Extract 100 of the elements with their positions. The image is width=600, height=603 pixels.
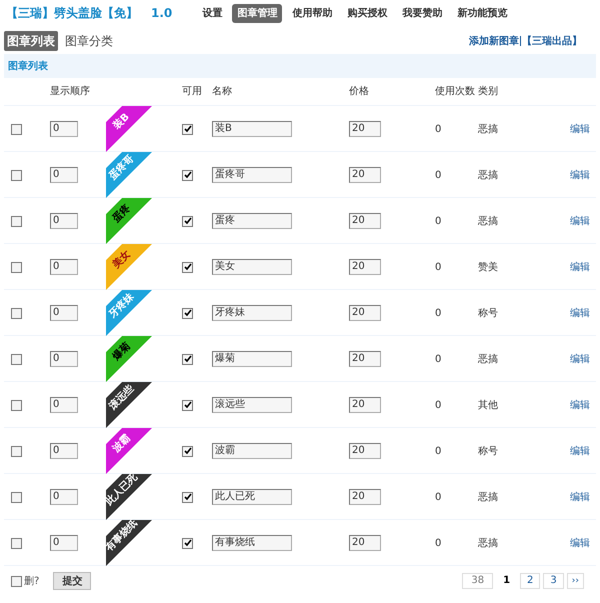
- stamp-label: 滚远些: [107, 383, 136, 412]
- price-field[interactable]: 20: [349, 121, 381, 137]
- name-field[interactable]: 有事烧纸: [212, 535, 292, 551]
- edit-link[interactable]: 编辑: [570, 536, 590, 550]
- nav-tab[interactable]: 新功能预览: [452, 4, 512, 22]
- order-field[interactable]: 0: [50, 305, 78, 321]
- enabled-checkbox[interactable]: [182, 446, 193, 456]
- usage-count: 0: [435, 352, 442, 366]
- price-field[interactable]: 20: [349, 305, 381, 321]
- row-checkbox[interactable]: [11, 124, 22, 134]
- price-field[interactable]: 20: [349, 443, 381, 459]
- row-checkbox[interactable]: [11, 538, 22, 548]
- page-link[interactable]: 1: [496, 573, 518, 589]
- enabled-checkbox[interactable]: [182, 262, 193, 272]
- delete-checkbox[interactable]: [11, 576, 22, 586]
- enabled-checkbox[interactable]: [182, 538, 193, 548]
- name-field[interactable]: 滚远些: [212, 397, 292, 413]
- edit-link[interactable]: 编辑: [570, 352, 590, 366]
- enabled-checkbox[interactable]: [182, 170, 193, 180]
- category-text: 称号: [478, 444, 499, 458]
- name-field[interactable]: 美女: [212, 259, 292, 275]
- edit-link[interactable]: 编辑: [570, 490, 590, 504]
- edit-link[interactable]: 编辑: [570, 398, 590, 412]
- usage-count: 0: [435, 306, 442, 320]
- enabled-checkbox[interactable]: [182, 492, 193, 502]
- row-checkbox[interactable]: [11, 262, 22, 272]
- enabled-checkbox[interactable]: [182, 124, 193, 134]
- usage-count: 0: [435, 214, 442, 228]
- order-field[interactable]: 0: [50, 121, 78, 137]
- name-field[interactable]: 装B: [212, 121, 292, 137]
- nav-tab[interactable]: 设置: [197, 4, 228, 22]
- order-field[interactable]: 0: [50, 259, 78, 275]
- page-link[interactable]: 2: [520, 573, 540, 589]
- nav-tab[interactable]: 使用帮助: [287, 4, 338, 22]
- name-field[interactable]: 此人已死: [212, 489, 292, 505]
- price-field[interactable]: 20: [349, 535, 381, 551]
- checkmark-icon: [184, 263, 192, 271]
- checkmark-icon: [184, 539, 192, 547]
- page-link[interactable]: 3: [543, 573, 564, 589]
- category-text: 恶搞: [478, 490, 499, 504]
- stamp-label: 牙疼妹: [107, 291, 136, 320]
- row-checkbox[interactable]: [11, 492, 22, 502]
- next-page-link[interactable]: ››: [566, 573, 584, 589]
- category-text: 称号: [478, 306, 499, 320]
- enabled-checkbox[interactable]: [182, 308, 193, 318]
- order-field[interactable]: 0: [50, 397, 78, 413]
- name-field[interactable]: 蛋疼: [212, 213, 292, 229]
- name-field[interactable]: 波霸: [212, 443, 292, 459]
- price-field[interactable]: 20: [349, 167, 381, 183]
- row-checkbox[interactable]: [11, 216, 22, 226]
- order-field[interactable]: 0: [50, 535, 78, 551]
- row-checkbox[interactable]: [11, 400, 22, 410]
- edit-link[interactable]: 编辑: [570, 214, 590, 228]
- name-field[interactable]: 蛋疼哥: [212, 167, 292, 183]
- category-text: 恶搞: [478, 214, 499, 228]
- checkmark-icon: [184, 401, 192, 409]
- nav-tab[interactable]: 购买授权: [342, 4, 392, 22]
- column-header: 类别: [478, 84, 499, 99]
- price-field[interactable]: 20: [349, 259, 381, 275]
- add-stamp-link[interactable]: 添加新图章: [469, 34, 519, 48]
- price-field[interactable]: 20: [349, 397, 381, 413]
- column-header: 使用次数: [435, 85, 476, 99]
- usage-count: 0: [435, 398, 442, 412]
- enabled-checkbox[interactable]: [182, 400, 193, 410]
- usage-count: 0: [435, 444, 442, 458]
- credits-link[interactable]: 【三瑞出品】: [522, 34, 582, 48]
- row-checkbox[interactable]: [11, 354, 22, 364]
- checkmark-icon: [184, 309, 192, 317]
- price-field[interactable]: 20: [349, 351, 381, 367]
- tab[interactable]: 图章分类: [62, 31, 116, 51]
- order-field[interactable]: 0: [50, 351, 78, 367]
- order-field[interactable]: 0: [50, 443, 78, 459]
- price-field[interactable]: 20: [349, 489, 381, 505]
- enabled-checkbox[interactable]: [182, 216, 193, 226]
- order-field[interactable]: 0: [50, 489, 78, 505]
- row-checkbox[interactable]: [11, 308, 22, 318]
- edit-link[interactable]: 编辑: [570, 444, 590, 458]
- usage-count: 0: [435, 536, 442, 550]
- nav-tab[interactable]: 图章管理: [232, 4, 282, 22]
- app-title: 【三瑞】劈头盖脸【免】: [6, 5, 138, 22]
- edit-link[interactable]: 编辑: [570, 260, 590, 274]
- edit-link[interactable]: 编辑: [570, 168, 590, 182]
- name-field[interactable]: 爆菊: [212, 351, 292, 367]
- nav-tab[interactable]: 我要赞助: [397, 4, 448, 22]
- submit-button[interactable]: 提交: [53, 572, 92, 590]
- edit-link[interactable]: 编辑: [570, 122, 590, 136]
- enabled-checkbox[interactable]: [182, 354, 193, 364]
- row-checkbox[interactable]: [11, 170, 22, 180]
- order-field[interactable]: 0: [50, 167, 78, 183]
- order-field[interactable]: 0: [50, 213, 78, 229]
- column-header: 价格: [349, 84, 370, 99]
- row-checkbox[interactable]: [11, 446, 22, 456]
- checkmark-icon: [184, 493, 192, 501]
- stamp-label: 蛋疼: [111, 203, 132, 224]
- category-text: 恶搞: [478, 536, 499, 550]
- name-field[interactable]: 牙疼妹: [212, 305, 292, 321]
- edit-link[interactable]: 编辑: [570, 306, 590, 320]
- tab[interactable]: 图章列表: [4, 31, 58, 51]
- column-header: 显示顺序: [50, 84, 91, 99]
- price-field[interactable]: 20: [349, 213, 381, 229]
